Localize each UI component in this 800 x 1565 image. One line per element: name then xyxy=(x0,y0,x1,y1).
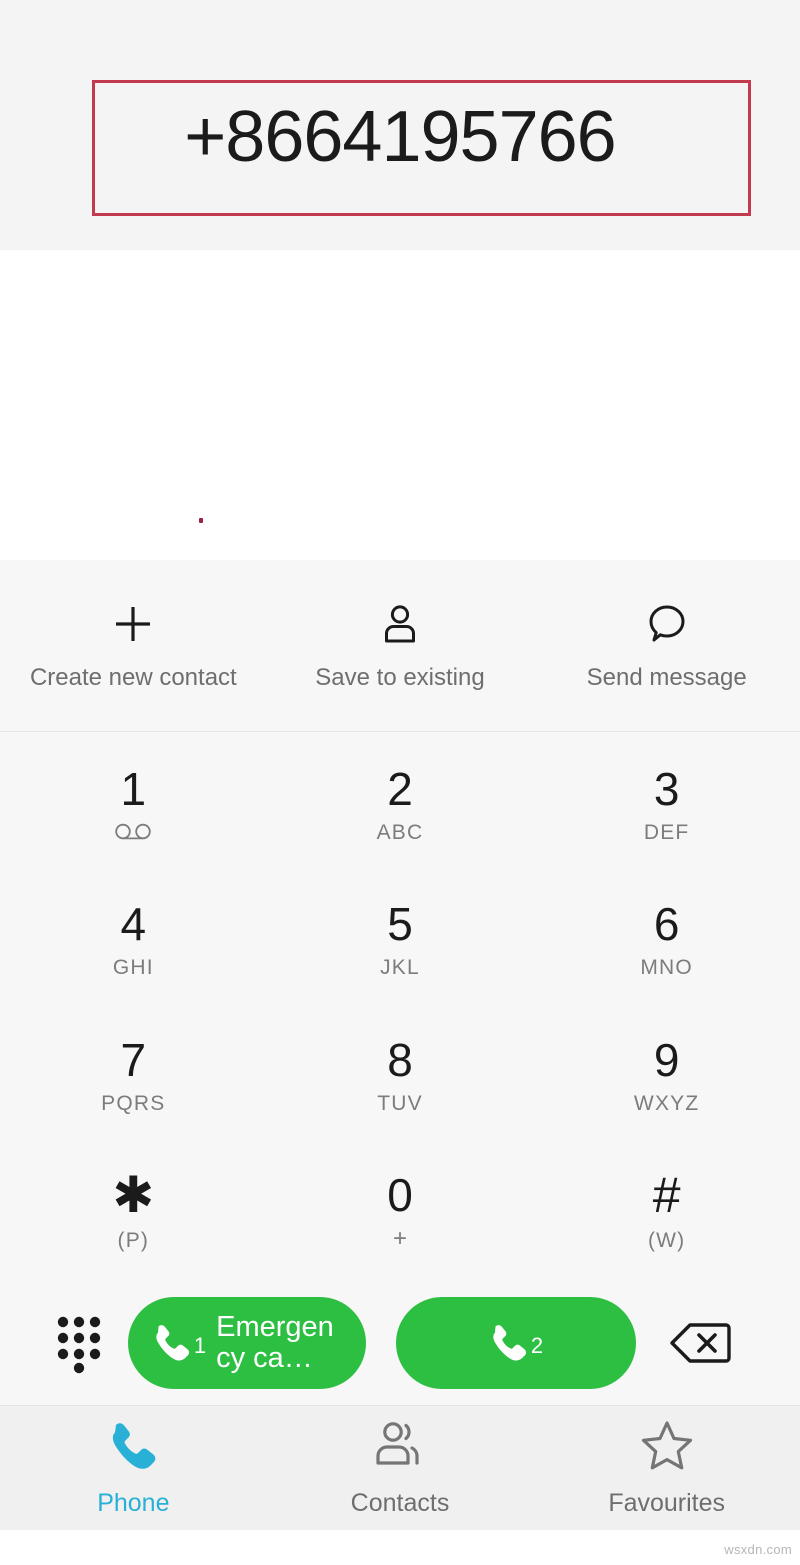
save-to-existing-button[interactable]: Save to existing xyxy=(267,560,534,731)
dialpad-key-9[interactable]: 9 WXYZ xyxy=(533,1009,800,1145)
speech-bubble-icon xyxy=(643,600,691,648)
dialpad-key-6[interactable]: 6 MNO xyxy=(533,874,800,1010)
dialpad-key-2-letters: ABC xyxy=(376,820,424,844)
dialpad-key-star[interactable]: ✱ (P) xyxy=(0,1145,267,1281)
nav-item-contacts-label: Contacts xyxy=(350,1489,450,1517)
dialpad-key-9-digit: 9 xyxy=(653,1033,680,1086)
dialpad-key-hash[interactable]: # (W) xyxy=(533,1145,800,1281)
nav-item-phone-label: Phone xyxy=(97,1489,170,1517)
phone-handset-icon xyxy=(152,1321,192,1365)
voicemail-icon xyxy=(111,820,155,846)
dialpad-key-4-digit: 4 xyxy=(120,898,147,951)
dialpad-key-5-letters: JKL xyxy=(380,956,420,980)
sim1-badge: 1 xyxy=(193,1332,207,1358)
sim1-call-label: Emergency ca… xyxy=(216,1311,334,1374)
call-button-row: 1 Emergency ca… 2 xyxy=(0,1280,800,1405)
dialpad: 1 2 ABC 3 DEF 4 GHI 5 JKL 6 MNO 7 PQRS 8… xyxy=(0,732,800,1280)
number-display-bar: +8664195766 xyxy=(0,0,800,250)
nav-item-phone[interactable]: Phone xyxy=(0,1406,267,1530)
create-new-contact-label: Create new contact xyxy=(29,663,237,691)
dialpad-key-7-digit: 7 xyxy=(120,1033,147,1086)
dialpad-key-8-digit: 8 xyxy=(387,1033,413,1086)
dialpad-key-4[interactable]: 4 GHI xyxy=(0,874,267,1010)
annotation-dot xyxy=(199,518,203,523)
dialpad-key-1-digit: 1 xyxy=(120,762,147,815)
phone-handset-icon xyxy=(489,1321,529,1365)
nav-item-favourites[interactable]: Favourites xyxy=(533,1406,800,1530)
dialpad-key-7[interactable]: 7 PQRS xyxy=(0,1009,267,1145)
dialpad-key-6-digit: 6 xyxy=(653,898,680,951)
dialpad-key-hash-digit: # xyxy=(652,1167,681,1224)
dialpad-key-1[interactable]: 1 xyxy=(0,738,267,874)
dialpad-key-4-letters: GHI xyxy=(112,956,154,980)
person-icon xyxy=(376,600,424,648)
dialpad-key-3[interactable]: 3 DEF xyxy=(533,738,800,874)
dialpad-grid-icon[interactable] xyxy=(36,1312,122,1374)
bottom-navigation: Phone Contacts Favourites xyxy=(0,1405,800,1530)
sim2-badge: 2 xyxy=(530,1332,544,1358)
dialpad-key-0-sub: + xyxy=(392,1225,407,1253)
backspace-icon[interactable] xyxy=(636,1319,764,1367)
dialpad-key-6-letters: MNO xyxy=(640,956,693,980)
dialpad-key-star-sub: (P) xyxy=(117,1229,150,1253)
dialer-screen: +8664195766 Create new contact Save to e… xyxy=(0,0,800,1565)
dialpad-key-5-digit: 5 xyxy=(387,898,413,951)
send-message-label: Send message xyxy=(586,663,747,691)
dialpad-key-7-letters: PQRS xyxy=(101,1091,166,1115)
suggestion-area xyxy=(0,250,800,560)
dialed-number[interactable]: +8664195766 xyxy=(0,96,800,178)
site-watermark: wsxdn.com xyxy=(724,1542,792,1557)
dialpad-key-5[interactable]: 5 JKL xyxy=(267,874,534,1010)
sim2-call-button[interactable]: 2 xyxy=(396,1296,636,1389)
dialpad-key-8-letters: TUV xyxy=(377,1091,423,1115)
dialpad-key-3-digit: 3 xyxy=(653,762,680,815)
dialpad-key-hash-sub: (W) xyxy=(647,1229,686,1253)
contact-action-strip: Create new contact Save to existing Send… xyxy=(0,560,800,732)
phone-icon xyxy=(107,1418,159,1475)
save-to-existing-label: Save to existing xyxy=(315,663,485,691)
dialpad-key-9-letters: WXYZ xyxy=(633,1091,700,1115)
nav-item-favourites-label: Favourites xyxy=(608,1489,726,1517)
dialpad-key-star-digit: ✱ xyxy=(112,1167,155,1224)
contacts-icon xyxy=(372,1418,428,1475)
plus-icon xyxy=(109,600,157,648)
nav-item-contacts[interactable]: Contacts xyxy=(267,1406,534,1530)
dialpad-key-0[interactable]: 0 + xyxy=(267,1145,534,1281)
sim1-call-button[interactable]: 1 Emergency ca… xyxy=(128,1296,366,1389)
dialpad-key-2[interactable]: 2 ABC xyxy=(267,738,534,874)
dialpad-key-8[interactable]: 8 TUV xyxy=(267,1009,534,1145)
create-new-contact-button[interactable]: Create new contact xyxy=(0,560,267,731)
dialpad-key-0-digit: 0 xyxy=(387,1169,413,1222)
dialpad-key-2-digit: 2 xyxy=(387,762,413,815)
star-icon xyxy=(640,1418,694,1475)
dialpad-key-3-letters: DEF xyxy=(643,820,690,844)
send-message-button[interactable]: Send message xyxy=(533,560,800,731)
